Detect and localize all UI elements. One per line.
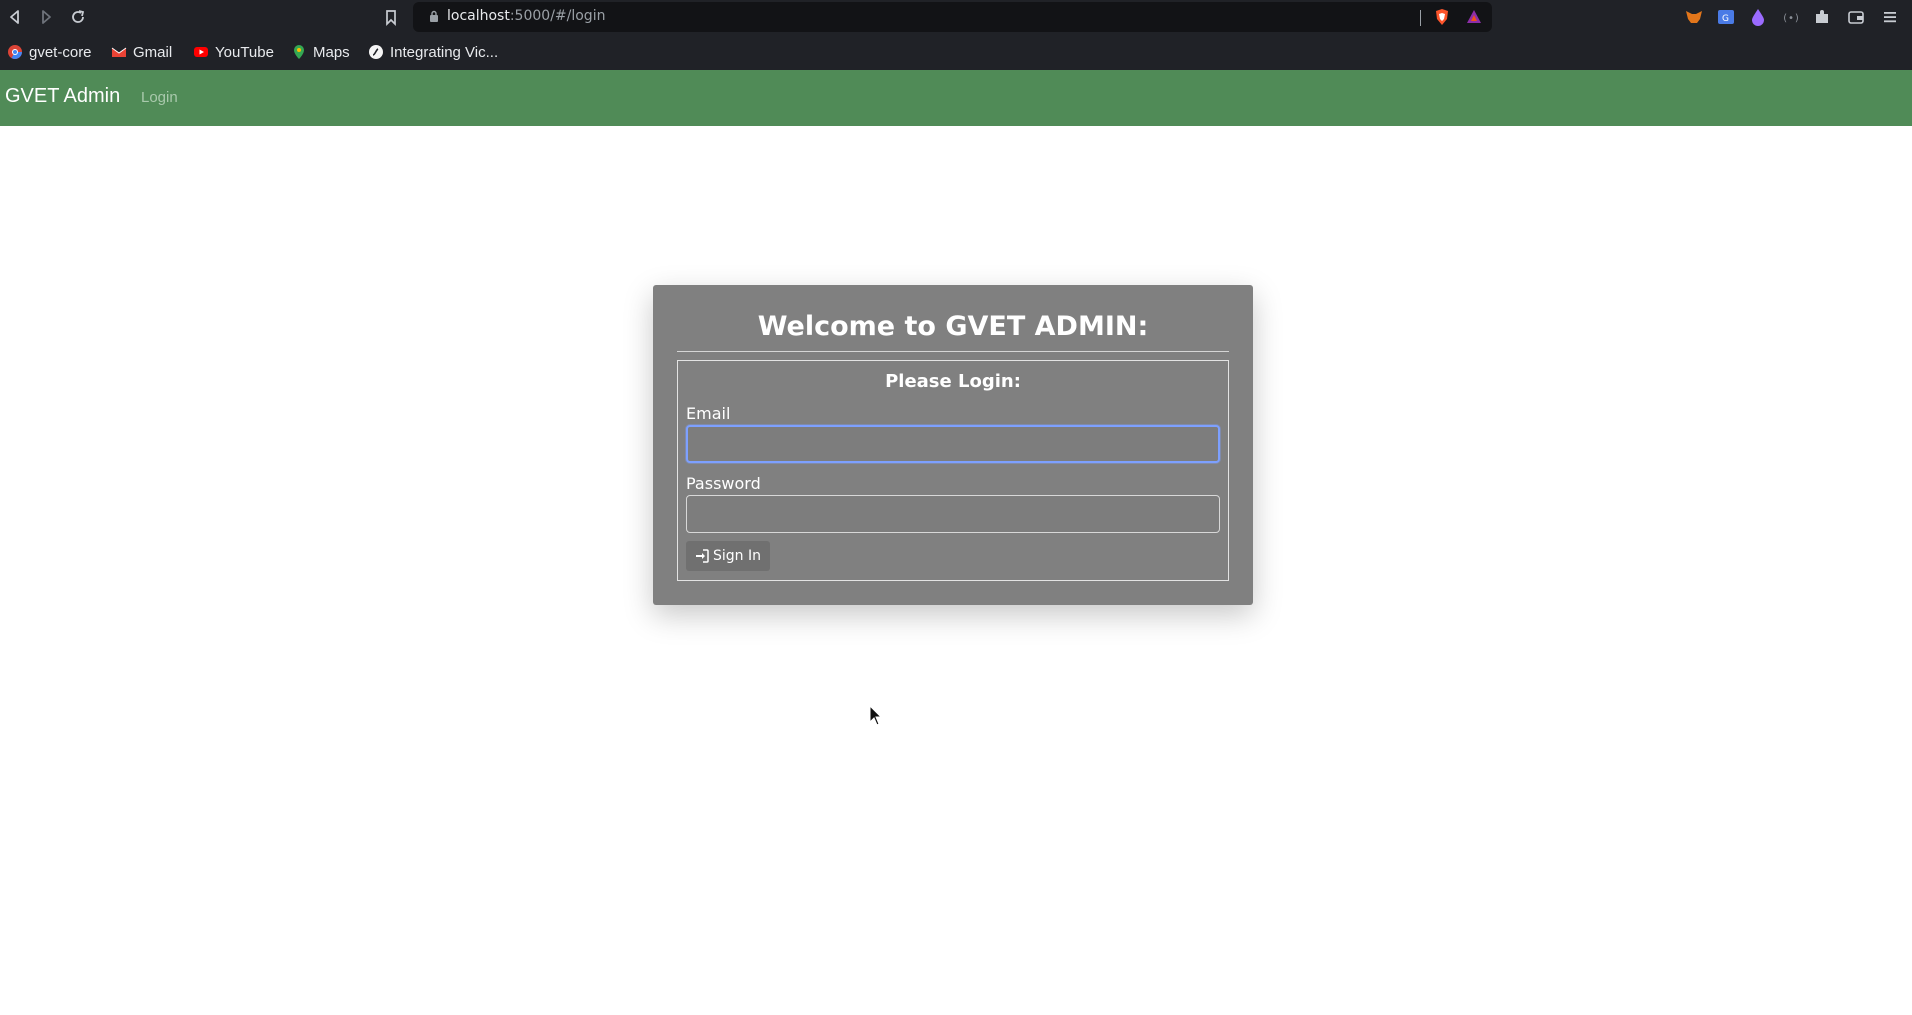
form-legend: Please Login: [885,371,1021,392]
browser-toolbar: localhost:5000/#/login G (•) [0,0,1912,34]
bookmark-maps[interactable]: Maps [291,41,350,63]
sign-in-icon [696,549,709,563]
mouse-cursor-icon [869,705,883,726]
back-button[interactable] [4,6,26,28]
bookmark-icon [386,10,396,27]
lock-icon [430,10,438,22]
url-divider [1420,10,1421,26]
bookmark-label: Integrating Vic... [390,43,499,61]
brave-shields-icon[interactable] [1433,8,1451,26]
password-label: Password [686,474,761,493]
brave-rewards-icon[interactable] [1465,8,1483,26]
bookmarks-bar: gvet-core Gmail YouTube Maps Integrating… [0,34,1912,70]
svg-text:G: G [1722,14,1729,24]
brand-link[interactable]: GVET Admin [5,85,120,108]
login-form: Please Login: Email Password Sign In [677,360,1229,581]
forward-button[interactable] [35,6,57,28]
bookmark-page-button[interactable] [380,6,402,28]
bookmark-label: gvet-core [29,43,92,61]
wallet-icon[interactable] [1846,7,1866,27]
maps-icon [294,45,304,59]
title-divider [677,351,1229,352]
chrome-icon [8,45,22,59]
app-navbar: GVET Admin Login [0,70,1912,126]
back-icon [10,10,19,24]
bookmark-gmail[interactable]: Gmail [111,41,172,63]
email-label: Email [686,404,731,423]
url-text: localhost:5000/#/login [447,8,606,24]
sign-in-button[interactable]: Sign In [686,541,770,571]
gmail-icon [111,47,127,57]
color-extension-icon[interactable] [1748,7,1768,27]
reload-icon [72,10,85,23]
reload-button[interactable] [67,6,89,28]
page-title: Welcome to GVET ADMIN: [757,311,1149,342]
login-card: Welcome to GVET ADMIN: Please Login: Ema… [653,285,1253,605]
bookmark-label: Maps [313,43,350,61]
youtube-icon [194,47,208,57]
bookmark-label: Gmail [133,43,173,61]
address-bar[interactable]: localhost:5000/#/login [413,2,1492,32]
bookmark-label: YouTube [215,43,274,61]
svg-text:(•): (•) [1782,13,1800,24]
symfony-icon [369,45,383,59]
forward-icon [42,10,51,24]
extensions-puzzle-icon[interactable] [1812,7,1832,27]
nav-login-link[interactable]: Login [141,89,178,106]
translate-extension-icon[interactable]: G [1716,7,1736,27]
menu-icon[interactable] [1880,7,1900,27]
sign-in-label: Sign In [713,548,761,564]
email-field[interactable] [686,425,1220,463]
bookmark-gvet-core[interactable]: gvet-core [7,41,92,63]
bookmark-integrating-vic[interactable]: Integrating Vic... [368,41,498,63]
password-field[interactable] [686,495,1220,533]
bookmark-youtube[interactable]: YouTube [193,41,274,63]
wallet-connect-icon[interactable]: (•) [1780,7,1800,27]
metamask-extension-icon[interactable] [1684,7,1704,27]
